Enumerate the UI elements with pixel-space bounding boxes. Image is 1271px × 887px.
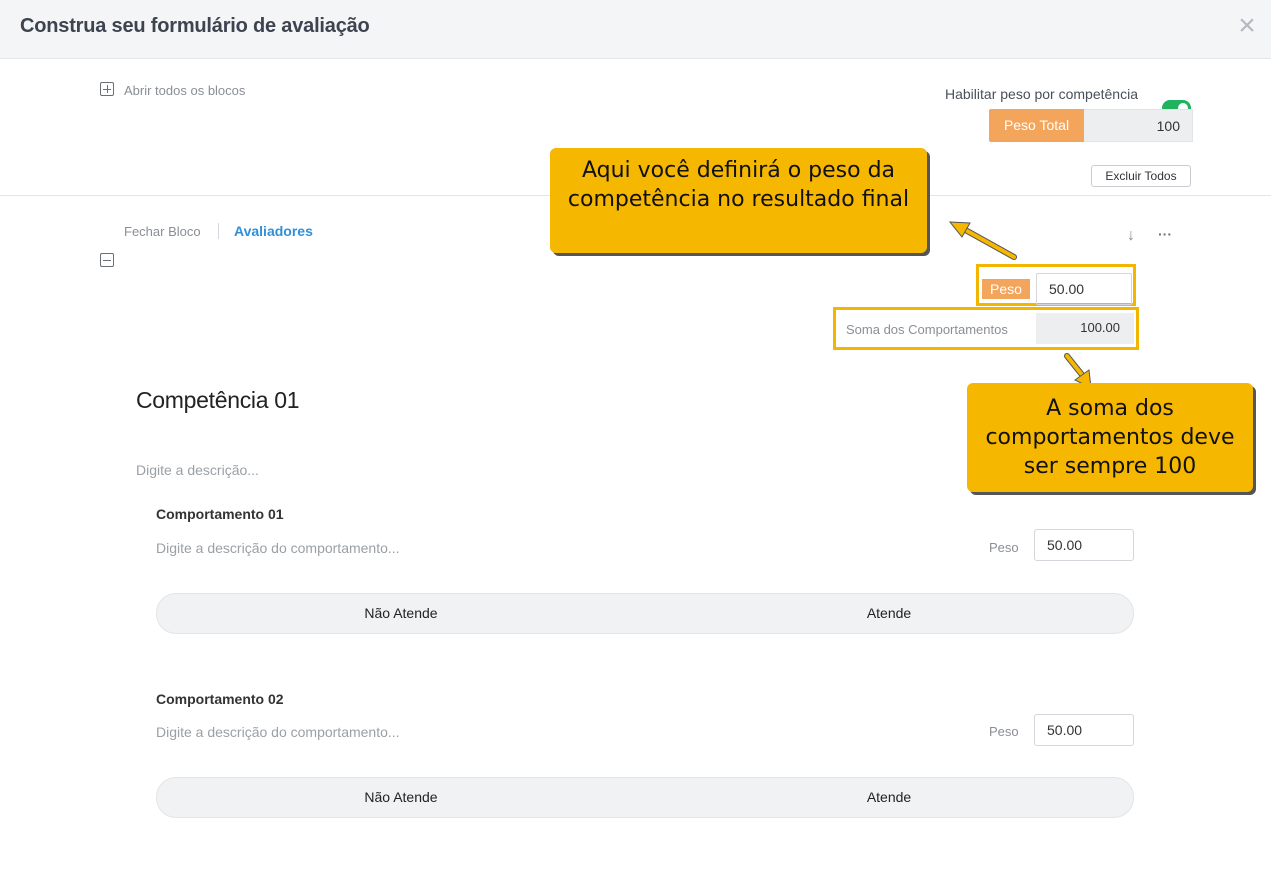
scale-option-nao-atende[interactable]: Não Atende bbox=[157, 594, 645, 633]
more-options-icon[interactable]: ··· bbox=[1158, 226, 1172, 242]
behavior-description[interactable]: Digite a descrição do comportamento... bbox=[156, 540, 400, 556]
close-block-link[interactable]: Fechar Bloco bbox=[124, 224, 201, 239]
enable-weight-label: Habilitar peso por competência bbox=[945, 86, 1138, 102]
scale-option-atende[interactable]: Atende bbox=[645, 778, 1133, 817]
delete-all-button[interactable]: Excluir Todos bbox=[1091, 165, 1191, 187]
open-all-blocks-link[interactable]: Abrir todos os blocos bbox=[124, 83, 245, 98]
expand-icon[interactable] bbox=[100, 82, 114, 96]
soma-label: Soma dos Comportamentos bbox=[846, 322, 1008, 337]
behavior-peso-input[interactable]: 50.00 bbox=[1034, 529, 1134, 561]
modal-title: Construa seu formulário de avaliação bbox=[20, 15, 370, 37]
peso-total-label: Peso Total bbox=[989, 109, 1084, 142]
behavior-peso-label: Peso bbox=[989, 540, 1019, 555]
competency-title[interactable]: Competência 01 bbox=[136, 387, 300, 414]
scale-option-nao-atende[interactable]: Não Atende bbox=[157, 778, 645, 817]
separator bbox=[218, 223, 219, 239]
evaluators-link[interactable]: Avaliadores bbox=[234, 223, 313, 239]
peso-total-field: Peso Total 100 bbox=[989, 109, 1193, 142]
soma-value: 100.00 bbox=[1036, 313, 1134, 344]
modal-header: Construa seu formulário de avaliação × bbox=[0, 0, 1271, 59]
close-icon[interactable]: × bbox=[1236, 11, 1258, 41]
weight-callout: Aqui você definirá o peso da competência… bbox=[550, 148, 927, 253]
behavior-scale: Não Atende Atende bbox=[156, 777, 1134, 818]
peso-label: Peso bbox=[982, 279, 1030, 299]
behavior-title[interactable]: Comportamento 01 bbox=[156, 506, 284, 522]
peso-total-value: 100 bbox=[1084, 109, 1193, 142]
behavior-peso-label: Peso bbox=[989, 724, 1019, 739]
behavior-title[interactable]: Comportamento 02 bbox=[156, 691, 284, 707]
scale-option-atende[interactable]: Atende bbox=[645, 594, 1133, 633]
behavior-description[interactable]: Digite a descrição do comportamento... bbox=[156, 724, 400, 740]
peso-input[interactable]: 50.00 bbox=[1036, 273, 1132, 305]
behavior-peso-input[interactable]: 50.00 bbox=[1034, 714, 1134, 746]
collapse-icon[interactable] bbox=[100, 253, 114, 267]
callout-arrow-weight bbox=[948, 221, 1017, 260]
arrow-down-icon[interactable]: ↓ bbox=[1127, 227, 1135, 245]
behavior-scale: Não Atende Atende bbox=[156, 593, 1134, 634]
competency-description[interactable]: Digite a descrição... bbox=[136, 462, 259, 478]
sum-callout: A soma dos comportamentos deve ser sempr… bbox=[967, 383, 1253, 492]
